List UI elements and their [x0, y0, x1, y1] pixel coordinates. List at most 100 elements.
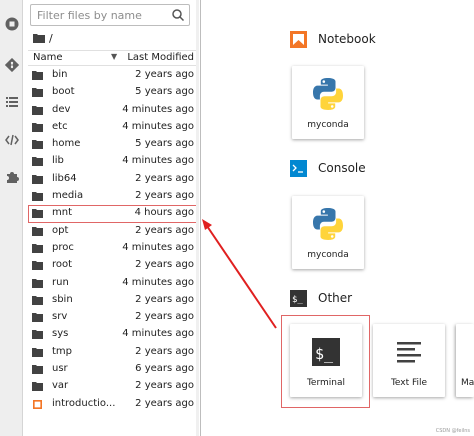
- file-modified: 2 years ago: [135, 380, 194, 392]
- console-section-header: Console: [290, 158, 366, 178]
- sort-down-icon[interactable]: ▼: [111, 52, 117, 61]
- file-name: bin: [52, 69, 68, 80]
- text-file-card[interactable]: Text File: [373, 324, 445, 397]
- file-name: opt: [52, 224, 69, 236]
- terminal-card[interactable]: $_ Terminal: [290, 324, 362, 397]
- file-name: media: [52, 190, 84, 202]
- file-name: lib64: [52, 172, 77, 184]
- notebook-section-header: Notebook: [290, 29, 376, 49]
- file-modified: 4 minutes ago: [122, 276, 194, 288]
- folder-icon: [32, 105, 43, 115]
- console-icon: [290, 159, 307, 177]
- file-name: root: [52, 259, 73, 271]
- file-row[interactable]: home 5 years ago: [28, 136, 198, 153]
- file-name: var: [52, 380, 69, 392]
- watermark: CSDN @feilns: [435, 428, 470, 434]
- file-row[interactable]: dev 4 minutes ago: [28, 102, 198, 119]
- file-modified: 4 minutes ago: [122, 103, 194, 115]
- activity-bar: [0, 0, 23, 436]
- toc-icon[interactable]: [2, 92, 21, 111]
- file-row[interactable]: tmp 2 years ago: [28, 344, 198, 361]
- search-icon[interactable]: [171, 8, 185, 22]
- column-header: Name ▼ Last Modified: [28, 50, 198, 66]
- file-name: srv: [52, 311, 68, 323]
- file-modified: 2 years ago: [135, 69, 194, 80]
- file-row[interactable]: introductio... 2 years ago: [28, 396, 198, 413]
- folder-icon: [32, 122, 43, 132]
- other-section-title: Other: [318, 291, 353, 305]
- folder-icon: [32, 278, 43, 288]
- markdown-card[interactable]: Ma: [456, 324, 474, 397]
- file-name: etc: [52, 120, 68, 132]
- file-modified: 2 years ago: [135, 190, 194, 202]
- folder-icon: [32, 71, 43, 80]
- folder-icon: [32, 140, 43, 150]
- file-row[interactable]: root 2 years ago: [28, 257, 198, 274]
- notebook-icon: [290, 30, 307, 48]
- file-modified: 5 years ago: [135, 86, 194, 98]
- file-row[interactable]: boot 5 years ago: [28, 84, 198, 101]
- name-column-header[interactable]: Name: [33, 52, 63, 63]
- file-row[interactable]: var 2 years ago: [28, 378, 198, 395]
- file-name: lib: [52, 155, 64, 167]
- filter-input[interactable]: [31, 5, 167, 25]
- file-name: proc: [52, 241, 74, 253]
- folder-icon: [32, 243, 43, 253]
- folder-icon: [32, 313, 43, 323]
- file-row[interactable]: srv 2 years ago: [28, 309, 198, 326]
- file-row[interactable]: etc 4 minutes ago: [28, 119, 198, 136]
- folder-icon: [32, 88, 43, 98]
- file-name: tmp: [52, 345, 73, 357]
- card-label: myconda: [307, 120, 349, 130]
- file-modified: 2 years ago: [135, 397, 194, 409]
- file-row[interactable]: lib 4 minutes ago: [28, 153, 198, 170]
- text-file-icon: [397, 342, 421, 363]
- notebook-myconda-card[interactable]: myconda: [292, 66, 364, 139]
- card-label: Ma: [461, 378, 474, 388]
- file-row[interactable]: sbin 2 years ago: [28, 292, 198, 309]
- file-modified: 2 years ago: [135, 172, 194, 184]
- folder-icon: [32, 365, 43, 375]
- file-name: home: [52, 138, 81, 150]
- console-myconda-card[interactable]: myconda: [292, 196, 364, 269]
- filter-box: [30, 4, 190, 26]
- file-row[interactable]: lib64 2 years ago: [28, 171, 198, 188]
- notebook-section-title: Notebook: [318, 32, 376, 46]
- file-browser-scrollbar[interactable]: [196, 0, 199, 436]
- file-row[interactable]: usr 6 years ago: [28, 361, 198, 378]
- code-icon[interactable]: [2, 130, 21, 149]
- terminal-icon: $_: [290, 289, 307, 307]
- running-icon[interactable]: [2, 14, 21, 33]
- file-row[interactable]: bin 2 years ago: [28, 67, 198, 84]
- file-row[interactable]: mnt 4 hours ago: [28, 205, 198, 223]
- breadcrumb-path[interactable]: /: [49, 32, 53, 45]
- file-modified: 2 years ago: [135, 293, 194, 305]
- file-modified: 2 years ago: [135, 345, 194, 357]
- other-section-header: $_ Other: [290, 288, 352, 308]
- file-name: sys: [52, 328, 69, 340]
- file-row[interactable]: proc 4 minutes ago: [28, 240, 198, 257]
- file-modified: 4 minutes ago: [122, 120, 194, 132]
- folder-icon: [32, 295, 43, 305]
- file-name: introductio...: [52, 397, 116, 409]
- file-row[interactable]: sys 4 minutes ago: [28, 326, 198, 343]
- file-list: bin 2 years ago boot 5 years ago dev 4 minute…: [28, 67, 198, 413]
- folder-icon: [32, 382, 43, 392]
- folder-icon[interactable]: [33, 33, 45, 43]
- file-browser: / Name ▼ Last Modified bin 2 years ago boo…: [23, 0, 200, 436]
- file-name: boot: [52, 86, 75, 98]
- file-row[interactable]: run 4 minutes ago: [28, 275, 198, 292]
- python-icon: [313, 208, 343, 240]
- file-row[interactable]: media 2 years ago: [28, 188, 198, 205]
- file-row[interactable]: opt 2 years ago: [28, 223, 198, 240]
- breadcrumb: /: [33, 31, 53, 45]
- file-name: run: [52, 276, 69, 288]
- folder-icon: [32, 261, 43, 271]
- git-icon[interactable]: [2, 55, 21, 74]
- folder-icon: [32, 174, 43, 184]
- file-modified: 6 years ago: [135, 363, 194, 375]
- svg-text:$_: $_: [292, 295, 303, 305]
- extension-icon[interactable]: [2, 167, 21, 186]
- modified-column-header[interactable]: Last Modified: [127, 52, 194, 63]
- terminal-icon: $_: [312, 338, 340, 366]
